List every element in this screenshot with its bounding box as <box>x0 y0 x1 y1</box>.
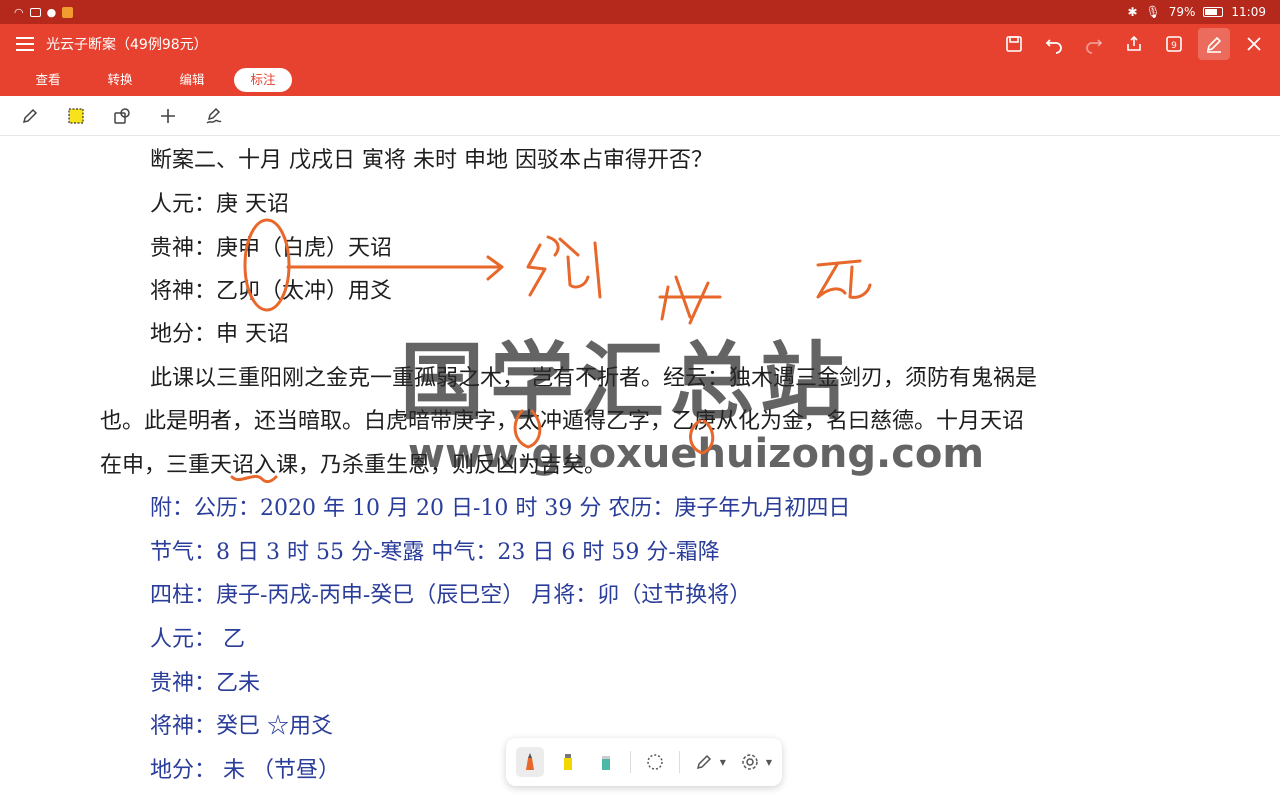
close-button[interactable] <box>1238 28 1270 60</box>
svg-text:9: 9 <box>1171 41 1177 51</box>
pen-bar: ▼ ▼ <box>506 738 782 786</box>
page-icon: 9 <box>1166 36 1182 52</box>
text-line: 断案二、十月 戊戌日 寅将 未时 申地 因驳本占审得开否？ <box>150 148 713 173</box>
page-number-button[interactable]: 9 <box>1158 28 1190 60</box>
pen-settings-button[interactable] <box>736 747 764 777</box>
tab-view[interactable]: 查看 <box>12 68 84 92</box>
document-page: 断案二、十月 戊戌日 寅将 未时 申地 因驳本占审得开否？ 人元：庚 天诏 贵神… <box>0 137 1280 800</box>
undo-icon <box>1045 39 1062 54</box>
signature-icon <box>206 107 222 124</box>
wifi-icon: ◠ <box>14 5 24 19</box>
pen-icon <box>1206 36 1222 53</box>
text-line: 贵神：乙未 <box>150 671 261 696</box>
annotation-toolbar <box>0 96 1280 136</box>
add-tool[interactable] <box>156 104 180 128</box>
share-button[interactable] <box>1118 28 1150 60</box>
text-line: 地分：申 天诏 <box>150 322 289 347</box>
ballpoint-pen[interactable] <box>516 747 544 777</box>
signature-tool[interactable] <box>202 104 226 128</box>
edit-pen-icon <box>696 754 711 770</box>
pencil-icon <box>22 108 38 123</box>
shape-tool[interactable] <box>110 104 134 128</box>
redo-icon <box>1086 39 1103 54</box>
video-icon <box>29 7 41 17</box>
tab-edit[interactable]: 编辑 <box>156 68 228 92</box>
clock: 11:09 <box>1231 5 1266 19</box>
teal-highlighter-icon <box>601 756 610 770</box>
shape-icon <box>114 107 130 124</box>
text-line: 此课以三重阳刚之金克一重孤弱之木， 岂有不折者。经云：独木遇三金剑刃，须防有鬼祸… <box>150 366 1037 391</box>
text-line: 人元： 乙 <box>150 627 245 652</box>
ink-character-ling <box>658 275 722 325</box>
lasso-tool[interactable] <box>641 747 669 777</box>
redo-button[interactable] <box>1078 28 1110 60</box>
save-icon <box>1006 36 1022 52</box>
text-line: 附：公历：2020 年 10 月 20 日-10 时 39 分 农历：庚子年九月… <box>150 496 851 521</box>
gear-icon <box>742 754 758 770</box>
pen-bar-divider <box>629 751 631 773</box>
text-line: 将神：乙卯（太冲）用爻 <box>150 279 393 304</box>
pen-tool[interactable] <box>18 104 42 128</box>
highlighter-yellow[interactable] <box>554 747 582 777</box>
ink-character-jue <box>526 235 602 299</box>
close-icon <box>1247 37 1261 51</box>
pen-bar-divider <box>678 751 680 773</box>
pen-style-button[interactable] <box>690 747 718 777</box>
plus-icon <box>161 108 175 123</box>
text-line: 也。此是明者，还当暗取。白虎暗带庚字，太冲遁得乙字，乙庚从化为金，名曰慈德。十月… <box>100 409 1025 434</box>
save-button[interactable] <box>998 28 1030 60</box>
ink-character-si <box>816 259 872 299</box>
text-line: 地分： 未 （节昼） <box>150 758 340 783</box>
highlighter-teal[interactable] <box>592 747 620 777</box>
text-line: 人元：庚 天诏 <box>150 192 289 217</box>
text-line: 四柱：庚子-丙戌-丙申-癸巳（辰巳空） 月将：卯（过节换将） <box>150 583 752 608</box>
share-icon <box>1127 35 1141 51</box>
chevron-down-icon[interactable]: ▼ <box>720 758 726 767</box>
orange-pen-icon <box>525 753 534 770</box>
chevron-down-icon[interactable]: ▼ <box>766 758 772 767</box>
annotate-pen-button[interactable] <box>1198 28 1230 60</box>
tab-convert[interactable]: 转换 <box>84 68 156 92</box>
battery-percent: 79% <box>1168 5 1196 19</box>
status-bar: ◠ ● ✱ 🎙 79% 11:09 <box>0 0 1280 24</box>
location-icon: ● <box>46 5 57 19</box>
mic-icon: 🎙 <box>1145 5 1161 19</box>
text-line: 将神：癸巳 ☆用爻 <box>150 714 333 739</box>
undo-button[interactable] <box>1038 28 1070 60</box>
lasso-icon <box>647 754 663 770</box>
yellow-highlighter-icon <box>563 754 572 770</box>
app-header: 光云子断案（49例98元） 9 查看 转换 编辑 标注 <box>0 24 1280 96</box>
battery-icon <box>1203 7 1224 17</box>
menu-icon[interactable] <box>16 37 34 51</box>
tab-annotate[interactable]: 标注 <box>234 68 292 92</box>
highlight-box-icon <box>68 107 84 124</box>
text-line: 在申，三重天诏入课，乃杀重生恩，则反凶为吉矣。 <box>100 453 607 478</box>
app-notification-icon <box>62 6 74 18</box>
highlight-area-tool[interactable] <box>64 104 88 128</box>
bluetooth-icon: ✱ <box>1127 5 1138 19</box>
text-line: 节气：8 日 3 时 55 分-寒露 中气：23 日 6 时 59 分-霜降 <box>150 540 720 565</box>
text-line: 贵神：庚申（白虎）天诏 <box>150 236 393 261</box>
document-title: 光云子断案（49例98元） <box>46 37 208 53</box>
